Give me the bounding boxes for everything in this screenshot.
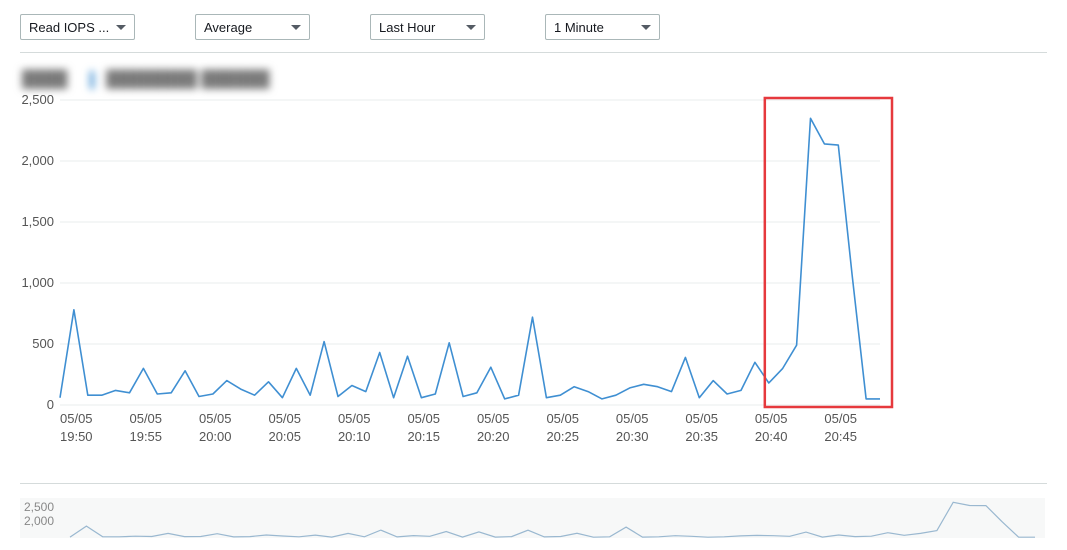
svg-text:19:55: 19:55 xyxy=(129,429,162,444)
mini-chart[interactable]: 2,500 2,000 xyxy=(20,498,1045,538)
chevron-down-icon xyxy=(291,25,301,30)
svg-text:20:35: 20:35 xyxy=(685,429,718,444)
legend-item-2-label: ████████ ██████ xyxy=(106,71,269,88)
svg-text:05/05: 05/05 xyxy=(268,411,301,426)
svg-text:05/05: 05/05 xyxy=(199,411,232,426)
mini-chart-panel: 2,500 2,000 xyxy=(20,483,1047,538)
svg-text:20:05: 20:05 xyxy=(268,429,301,444)
statistic-select[interactable]: Average xyxy=(195,14,310,40)
svg-text:05/05: 05/05 xyxy=(60,411,93,426)
svg-text:05/05: 05/05 xyxy=(129,411,162,426)
legend-item-1-label: ████ xyxy=(22,71,67,88)
range-select-label: Last Hour xyxy=(379,20,435,35)
period-select-label: 1 Minute xyxy=(554,20,604,35)
metric-select-label: Read IOPS ... xyxy=(29,20,109,35)
svg-text:20:45: 20:45 xyxy=(824,429,857,444)
legend-swatch xyxy=(90,71,94,89)
svg-text:05/05: 05/05 xyxy=(824,411,857,426)
svg-text:05/05: 05/05 xyxy=(616,411,649,426)
svg-text:2,000: 2,000 xyxy=(21,153,54,168)
svg-text:500: 500 xyxy=(32,336,54,351)
chart-svg: 0 500 1,000 1,500 2,000 2,500 05/05 19:50 05/05 1… xyxy=(20,95,1045,455)
chevron-down-icon xyxy=(466,25,476,30)
main-chart: 0 500 1,000 1,500 2,000 2,500 05/05 19:50 05/05 1… xyxy=(20,95,1045,455)
svg-text:05/05: 05/05 xyxy=(685,411,718,426)
svg-text:05/05: 05/05 xyxy=(546,411,579,426)
svg-text:20:15: 20:15 xyxy=(407,429,440,444)
svg-text:1,500: 1,500 xyxy=(21,214,54,229)
toolbar: Read IOPS ... Average Last Hour 1 Minute xyxy=(20,10,1047,53)
svg-text:20:40: 20:40 xyxy=(755,429,788,444)
svg-text:2,500: 2,500 xyxy=(21,95,54,107)
svg-text:05/05: 05/05 xyxy=(407,411,440,426)
svg-text:20:20: 20:20 xyxy=(477,429,510,444)
mini-chart-yticks: 2,500 2,000 xyxy=(24,500,54,528)
mini-chart-svg xyxy=(20,498,1045,538)
metric-select[interactable]: Read IOPS ... xyxy=(20,14,135,40)
range-select[interactable]: Last Hour xyxy=(370,14,485,40)
svg-text:05/05: 05/05 xyxy=(338,411,371,426)
chevron-down-icon xyxy=(641,25,651,30)
svg-text:20:25: 20:25 xyxy=(546,429,579,444)
svg-text:19:50: 19:50 xyxy=(60,429,93,444)
svg-text:20:00: 20:00 xyxy=(199,429,232,444)
svg-text:05/05: 05/05 xyxy=(477,411,510,426)
svg-text:20:30: 20:30 xyxy=(616,429,649,444)
statistic-select-label: Average xyxy=(204,20,252,35)
svg-text:20:10: 20:10 xyxy=(338,429,371,444)
svg-text:0: 0 xyxy=(47,397,54,412)
chart-legend: ████ ████████ ██████ xyxy=(22,71,1047,89)
svg-text:1,000: 1,000 xyxy=(21,275,54,290)
svg-text:05/05: 05/05 xyxy=(755,411,788,426)
chevron-down-icon xyxy=(116,25,126,30)
period-select[interactable]: 1 Minute xyxy=(545,14,660,40)
